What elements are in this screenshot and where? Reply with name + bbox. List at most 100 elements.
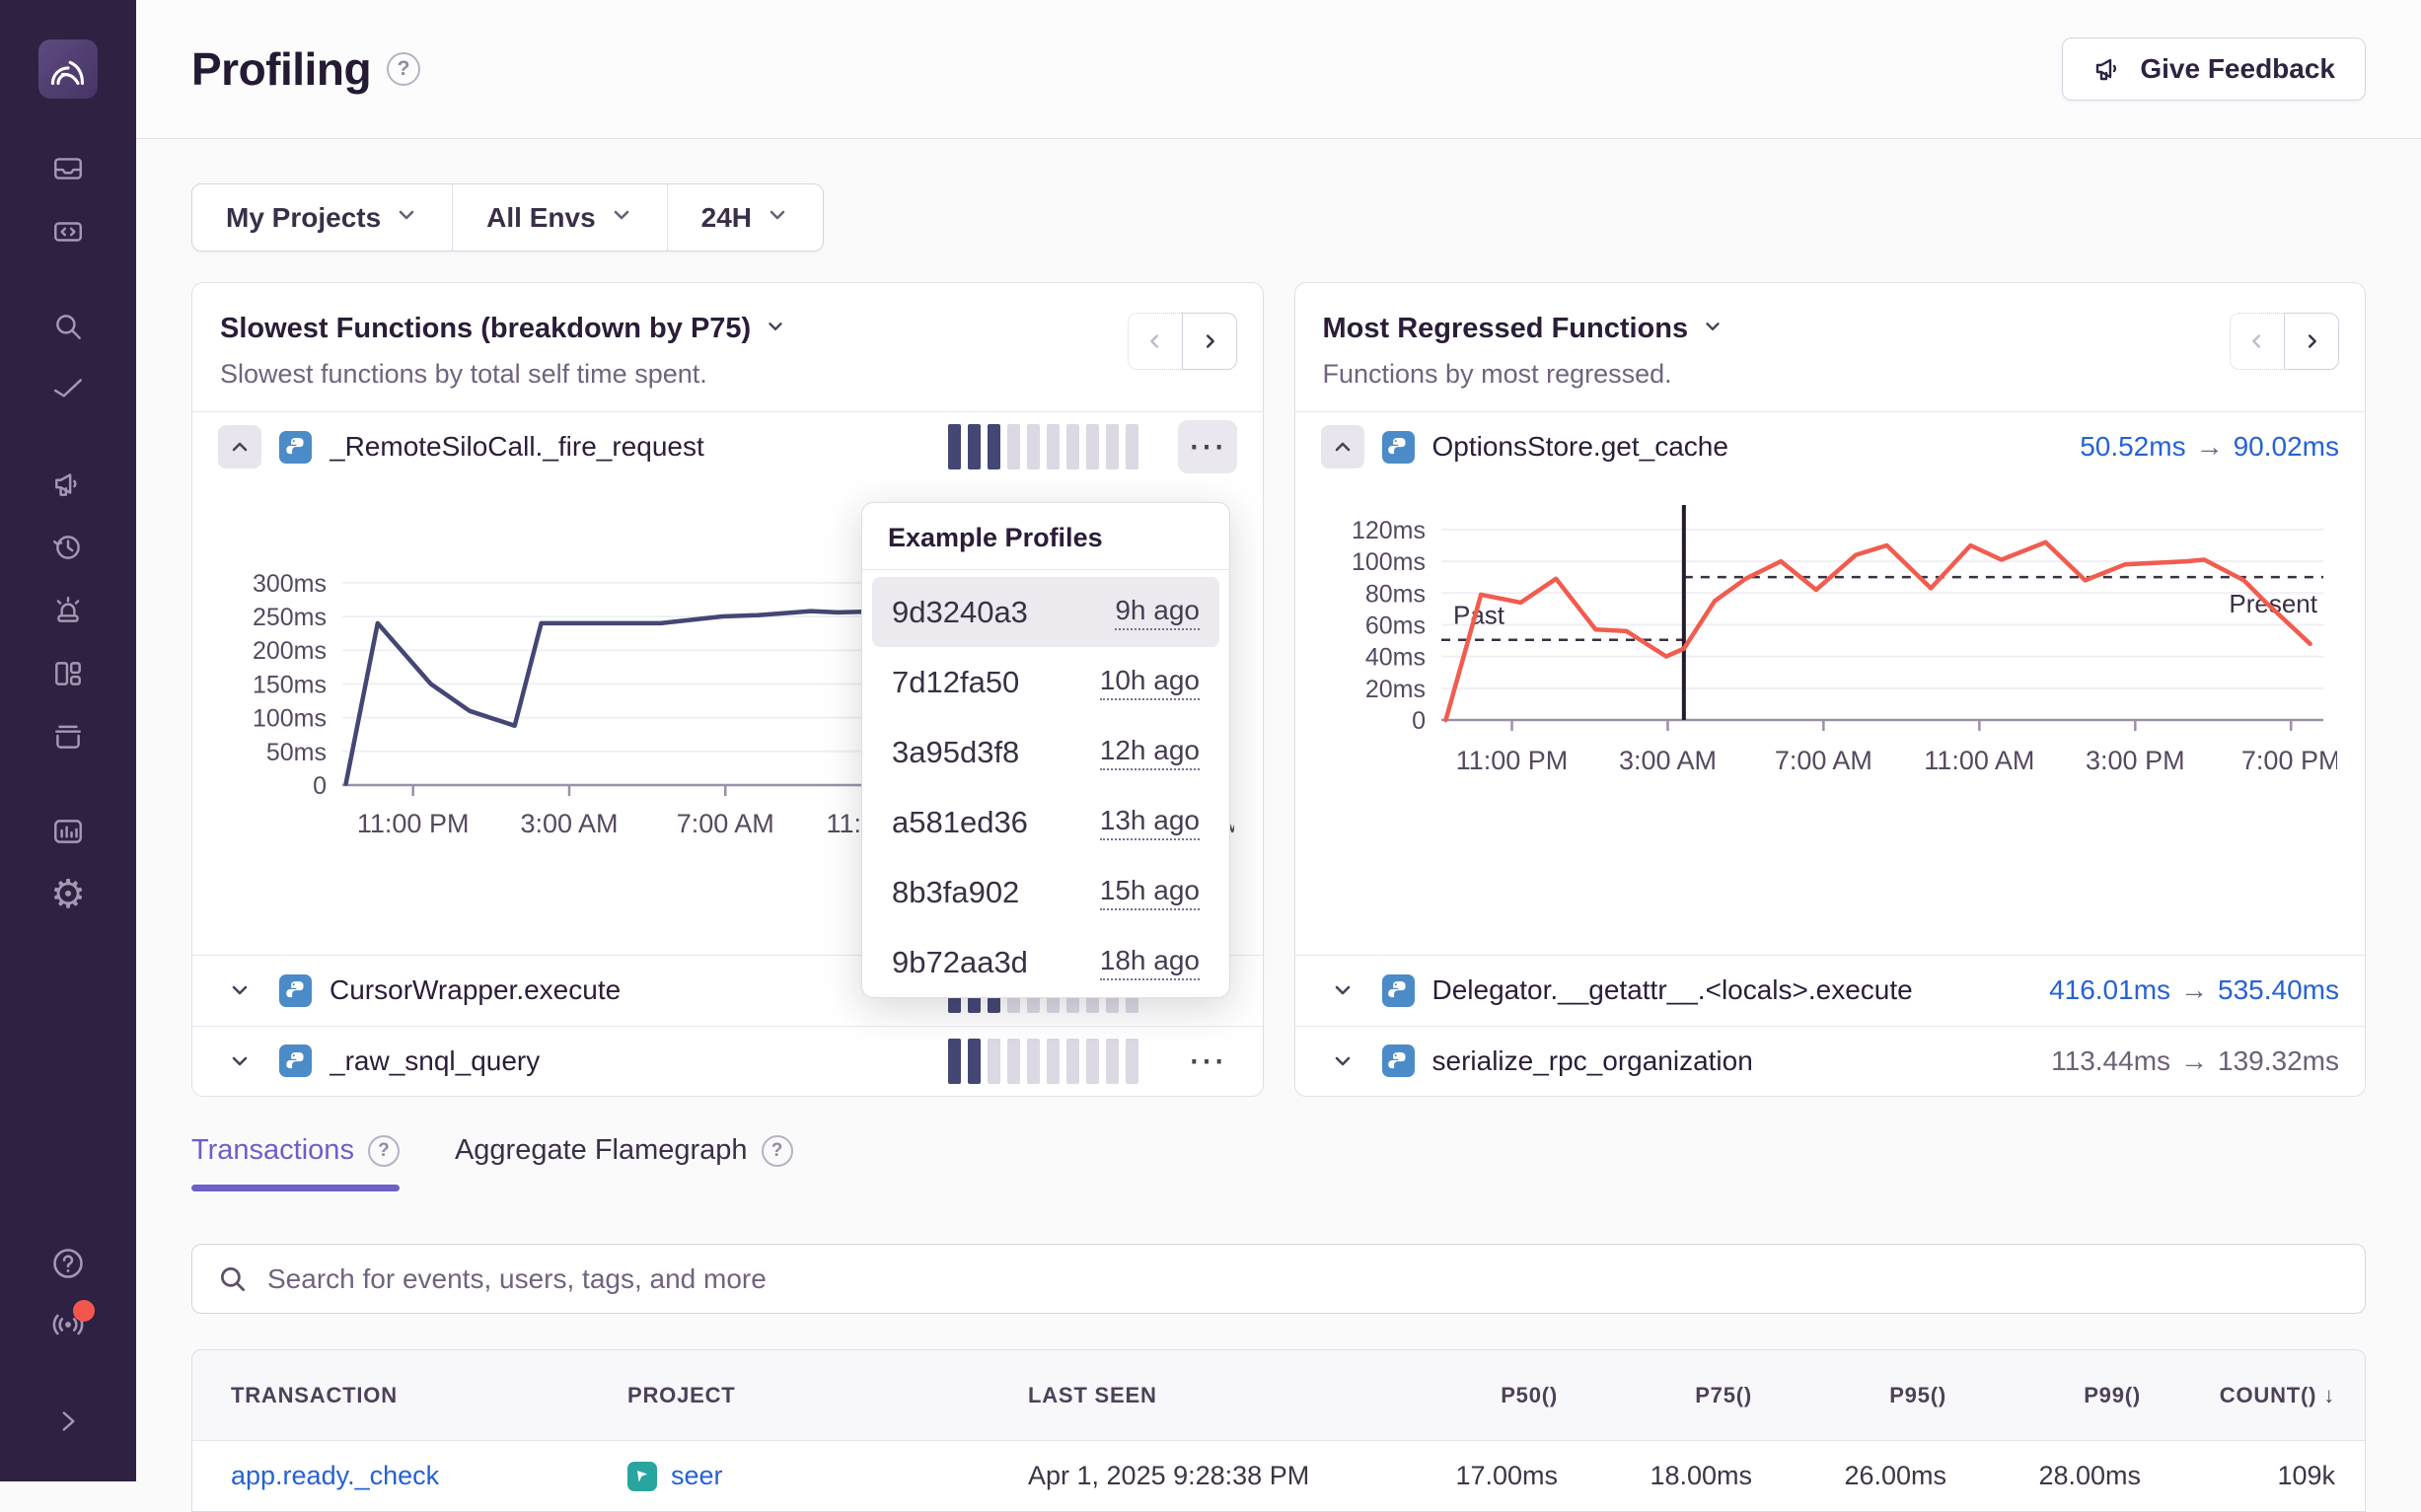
column-header-count[interactable]: COUNT() ↓	[2141, 1383, 2335, 1408]
function-name[interactable]: CursorWrapper.execute	[330, 974, 930, 1006]
regressed-panel-title-selector[interactable]: Most Regressed Functions	[1323, 311, 2338, 346]
svg-text:3:00 AM: 3:00 AM	[520, 809, 618, 838]
profile-item[interactable]: 7d12fa50 10h ago	[872, 647, 1219, 717]
dashboards-icon[interactable]	[49, 655, 87, 692]
next-page-button[interactable]	[2284, 313, 2339, 370]
regression-trend[interactable]: 50.52ms→90.02ms	[2080, 431, 2339, 463]
regressed-pager	[2230, 313, 2339, 370]
projects-icon[interactable]	[49, 213, 87, 251]
search-icon	[216, 1262, 250, 1296]
slowest-panel-title-selector[interactable]: Slowest Functions (breakdown by P75)	[220, 311, 1235, 346]
regression-trend[interactable]: 416.01ms→535.40ms	[2049, 974, 2339, 1006]
replays-clock-icon[interactable]	[49, 529, 87, 566]
settings-gear-icon[interactable]: ⚙	[49, 876, 87, 913]
explore-search-icon[interactable]	[49, 308, 87, 345]
tab-aggregate-flamegraph[interactable]: Aggregate Flamegraph ?	[455, 1134, 793, 1191]
date-range-filter[interactable]: 24H	[668, 184, 823, 251]
after-value: 139.32ms	[2218, 1045, 2339, 1076]
profile-age: 15h ago	[1100, 875, 1200, 910]
stats-icon[interactable]	[49, 813, 87, 850]
function-row: Delegator.__getattr__.<locals>.execute 4…	[1295, 955, 2366, 1025]
transactions-table: TRANSACTION PROJECT LAST SEEN P50() P75(…	[191, 1349, 2366, 1512]
column-header-project[interactable]: PROJECT	[627, 1383, 1028, 1408]
more-options-button[interactable]: ⋯	[1178, 1035, 1237, 1088]
collapse-row-button[interactable]	[1321, 425, 1364, 468]
p50-cell: 17.00ms	[1363, 1461, 1558, 1491]
expand-row-button[interactable]	[218, 1040, 261, 1083]
profile-item[interactable]: a581ed36 13h ago	[872, 787, 1219, 857]
whats-new-broadcast-icon[interactable]	[49, 1306, 87, 1343]
function-name[interactable]: _raw_snql_query	[330, 1045, 930, 1077]
dropdown-list: 9d3240a3 9h ago 7d12fa50 10h ago 3a95d3f…	[862, 570, 1229, 1004]
trend-arrow-icon: →	[2186, 431, 2234, 462]
svg-text:100ms: 100ms	[1351, 548, 1425, 576]
function-name[interactable]: OptionsStore.get_cache	[1432, 431, 2063, 463]
slowest-panel-subtitle: Slowest functions by total self time spe…	[220, 358, 1235, 390]
project-cell[interactable]: seer	[627, 1461, 1028, 1491]
tab-label: Transactions	[191, 1134, 354, 1167]
tab-help-icon[interactable]: ?	[762, 1135, 793, 1167]
regression-trend: 113.44ms→139.32ms	[2051, 1045, 2339, 1077]
after-value[interactable]: 535.40ms	[2218, 974, 2339, 1005]
svg-text:20ms: 20ms	[1364, 676, 1425, 703]
before-value[interactable]: 50.52ms	[2080, 431, 2185, 462]
column-header-p99[interactable]: P99()	[1946, 1383, 2141, 1408]
profile-item[interactable]: 9b72aa3d 18h ago	[872, 927, 1219, 997]
column-header-p95[interactable]: P95()	[1752, 1383, 1946, 1408]
next-page-button[interactable]	[1182, 313, 1237, 370]
profile-item[interactable]: 3a95d3f8 12h ago	[872, 717, 1219, 787]
table-row: app.ready._check seer Apr 1, 2025 9:28:3…	[192, 1440, 2365, 1511]
transaction-link[interactable]: app.ready._check	[231, 1461, 627, 1491]
profile-item[interactable]: 8b3fa902 15h ago	[872, 857, 1219, 927]
column-header-p75[interactable]: P75()	[1558, 1383, 1752, 1408]
give-feedback-label: Give Feedback	[2140, 53, 2335, 85]
before-value: 113.44ms	[2051, 1045, 2170, 1076]
svg-text:40ms: 40ms	[1364, 644, 1425, 672]
main-area: Profiling ? Give Feedback My Projects Al…	[136, 0, 2421, 1481]
chevron-down-icon	[395, 202, 418, 234]
notification-badge	[73, 1300, 95, 1322]
environments-filter[interactable]: All Envs	[453, 184, 667, 251]
function-name[interactable]: _RemoteSiloCall._fire_request	[330, 431, 930, 463]
sort-desc-icon: ↓	[2323, 1383, 2335, 1407]
function-name[interactable]: serialize_rpc_organization	[1432, 1045, 2034, 1077]
issues-icon[interactable]	[49, 150, 87, 187]
python-icon	[1382, 974, 1415, 1007]
function-row: OptionsStore.get_cache 50.52ms→90.02ms	[1295, 411, 2366, 481]
column-header-p50[interactable]: P50()	[1363, 1383, 1558, 1408]
expand-row-button[interactable]	[1321, 1040, 1364, 1083]
tab-transactions[interactable]: Transactions ?	[191, 1134, 400, 1191]
alerts-siren-icon[interactable]	[49, 592, 87, 629]
expand-row-button[interactable]	[218, 969, 261, 1012]
page-title: Profiling	[191, 42, 371, 96]
profile-item[interactable]: 9d3240a3 9h ago	[872, 577, 1219, 647]
collapse-row-button[interactable]	[218, 425, 261, 468]
megaphone-icon	[2092, 53, 2124, 85]
expand-row-button[interactable]	[1321, 969, 1364, 1012]
after-value[interactable]: 90.02ms	[2234, 431, 2339, 462]
prev-page-button[interactable]	[1128, 313, 1183, 370]
page-help-icon[interactable]: ?	[387, 52, 420, 86]
function-name[interactable]: Delegator.__getattr__.<locals>.execute	[1432, 974, 2032, 1006]
more-options-button[interactable]: ⋯	[1178, 420, 1237, 473]
chevron-down-icon	[765, 316, 786, 342]
sidebar-expand-chevron-icon[interactable]	[49, 1403, 87, 1440]
prev-page-button[interactable]	[2230, 313, 2285, 370]
count-cell: 109k	[2141, 1461, 2335, 1491]
column-header-last-seen[interactable]: LAST SEEN	[1028, 1383, 1363, 1408]
search-input[interactable]	[267, 1263, 2341, 1295]
project-name[interactable]: seer	[671, 1461, 723, 1491]
sidebar-nav: ⚙	[49, 150, 87, 939]
tab-help-icon[interactable]: ?	[368, 1135, 400, 1167]
projects-filter[interactable]: My Projects	[192, 184, 453, 251]
column-header-transaction[interactable]: TRANSACTION	[231, 1383, 627, 1408]
svg-text:11:00 AM: 11:00 AM	[1924, 746, 2034, 775]
profile-id: 9d3240a3	[892, 595, 1028, 630]
give-feedback-button[interactable]: Give Feedback	[2062, 37, 2366, 101]
before-value[interactable]: 416.01ms	[2049, 974, 2170, 1005]
releases-archive-icon[interactable]	[49, 718, 87, 756]
feedback-megaphone-icon[interactable]	[49, 466, 87, 503]
sentry-logo[interactable]	[38, 39, 98, 99]
metrics-trace-icon[interactable]	[49, 371, 87, 408]
help-icon[interactable]	[49, 1245, 87, 1282]
